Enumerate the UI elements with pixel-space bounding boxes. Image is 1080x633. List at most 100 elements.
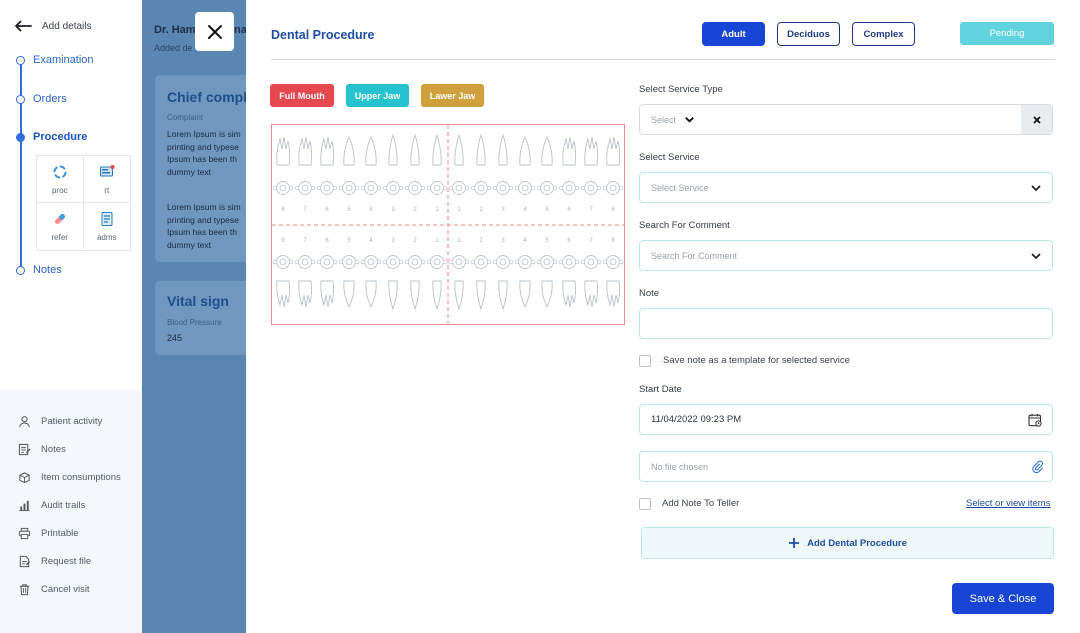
segment-deciduos[interactable]: Deciduos <box>777 22 840 46</box>
tooth-left-7: 77 <box>580 136 602 308</box>
file-input[interactable]: No file chosen <box>639 451 1053 482</box>
start-date-label: Start Date <box>639 384 682 395</box>
tooth-occlusal-center-upper <box>521 184 529 192</box>
clear-selection-button[interactable] <box>1021 105 1052 134</box>
tooth-occlusal-center-lower <box>543 258 551 266</box>
tooth-surface-lower <box>272 259 278 265</box>
tooth-right-5: 55 <box>338 135 360 309</box>
lower-jaw-button[interactable]: Lawer Jaw <box>421 84 484 107</box>
start-date-value: 11/04/2022 09:23 PM <box>651 414 742 425</box>
tooth-number-lower: 6 <box>325 238 329 244</box>
segment-complex[interactable]: Complex <box>852 22 915 46</box>
subitem-proc[interactable]: proc <box>37 156 84 203</box>
step-orders[interactable]: Orders <box>14 93 67 105</box>
menu-item-consumptions[interactable]: Item consumptions <box>18 471 121 484</box>
tooth-surface-lower <box>536 259 542 265</box>
tooth-surface-lower <box>558 259 564 265</box>
user-icon <box>19 416 30 428</box>
menu-audit-trails[interactable]: Audit trails <box>18 499 85 512</box>
calendar-icon[interactable] <box>1028 413 1042 427</box>
left-sidebar: Add details Examination Orders Procedure… <box>0 0 142 633</box>
tooth-number-lower: 8 <box>611 238 615 244</box>
tooth-surface-upper <box>448 185 454 191</box>
subitem-label: rt <box>104 185 110 195</box>
tooth-surface-upper <box>492 185 498 191</box>
tooth-surface-upper <box>338 185 344 191</box>
segment-adult[interactable]: Adult <box>702 22 765 46</box>
note-input[interactable] <box>639 308 1053 339</box>
trash-icon <box>19 584 30 596</box>
save-close-button[interactable]: Save & Close <box>952 583 1054 614</box>
tooth-root-lower <box>519 280 531 309</box>
menu-printable[interactable]: Printable <box>18 527 79 540</box>
menu-request-file[interactable]: Request file <box>18 555 91 568</box>
tooth-occlusal-center-lower <box>367 258 375 266</box>
tooth-surface-lower <box>316 259 322 265</box>
menu-patient-activity[interactable]: Patient activity <box>18 415 102 428</box>
tooth-surface-lower <box>574 259 580 265</box>
upper-jaw-button[interactable]: Upper Jaw <box>346 84 409 107</box>
tooth-surface-lower <box>486 259 492 265</box>
full-mouth-button[interactable]: Full Mouth <box>270 84 334 107</box>
tooth-occlusal-center-upper <box>587 184 595 192</box>
tooth-surface-lower <box>602 259 608 265</box>
tooth-number-lower: 1 <box>435 238 439 244</box>
menu-notes[interactable]: Notes <box>18 443 66 456</box>
select-view-items-link[interactable]: Select or view items <box>966 498 1050 509</box>
tooth-root-upper <box>432 133 442 166</box>
menu-cancel-visit[interactable]: Cancel visit <box>18 583 90 596</box>
tooth-number-lower: 8 <box>281 238 285 244</box>
step-label: Procedure <box>33 131 88 143</box>
tooth-number-upper: 7 <box>589 207 593 213</box>
step-procedure[interactable]: Procedure <box>14 131 87 143</box>
comment-select[interactable]: Search For Comment <box>639 240 1053 271</box>
close-modal-button[interactable] <box>195 12 234 51</box>
subitem-refer[interactable]: refer <box>37 203 84 250</box>
step-connector <box>20 60 22 270</box>
close-icon <box>1032 115 1041 124</box>
monitor-icon <box>99 164 115 176</box>
pill-icon <box>54 214 65 224</box>
tooth-surface-lower <box>464 259 470 265</box>
blood-pressure-value: 245 <box>167 333 183 343</box>
procedure-subitems: proc rt refer adms <box>36 155 131 251</box>
tooth-occlusal-center-lower <box>587 258 595 266</box>
step-notes[interactable]: Notes <box>14 264 62 276</box>
tooth-surface-upper <box>486 185 492 191</box>
tooth-number-lower: 5 <box>545 238 549 244</box>
teller-note-checkbox[interactable] <box>639 498 651 510</box>
tooth-number-lower: 2 <box>479 238 483 244</box>
tooth-root-upper <box>343 135 355 166</box>
tooth-occlusal-center-upper <box>323 184 331 192</box>
add-dental-procedure-button[interactable]: Add Dental Procedure <box>641 527 1054 559</box>
subitem-rt[interactable]: rt <box>83 156 130 203</box>
tooth-surface-lower <box>382 259 388 265</box>
tooth-number-lower: 3 <box>391 238 395 244</box>
tooth-surface-lower <box>508 259 514 265</box>
tooth-surface-upper <box>536 185 542 191</box>
tooth-root-lower <box>343 280 355 309</box>
tooth-root-upper <box>498 133 508 166</box>
tooth-surface-upper <box>354 185 360 191</box>
tooth-root-lower <box>606 280 621 308</box>
back-button[interactable]: Add details <box>14 20 91 32</box>
subitem-adms[interactable]: adms <box>84 203 131 250</box>
tooth-surface-lower <box>398 259 404 265</box>
add-dental-procedure-label: Add Dental Procedure <box>807 537 907 549</box>
service-type-select[interactable]: Select <box>639 104 1053 135</box>
tooth-root-lower <box>476 280 486 311</box>
tooth-number-lower: 4 <box>369 238 373 244</box>
tooth-root-upper <box>519 135 531 166</box>
step-examination[interactable]: Examination <box>14 54 94 66</box>
paperclip-icon <box>1031 460 1043 473</box>
save-template-checkbox[interactable] <box>639 355 651 367</box>
service-select[interactable]: Select Service <box>639 172 1053 203</box>
tooth-root-upper <box>476 133 486 166</box>
menu-label: Cancel visit <box>41 584 90 595</box>
tooth-number-lower: 4 <box>523 238 527 244</box>
start-date-input[interactable]: 11/04/2022 09:23 PM <box>639 404 1053 435</box>
tooth-left-2: 22 <box>470 133 492 311</box>
tooth-root-lower <box>584 280 599 308</box>
attach-file-button[interactable] <box>1022 452 1052 481</box>
tooth-occlusal-center-lower <box>455 258 463 266</box>
